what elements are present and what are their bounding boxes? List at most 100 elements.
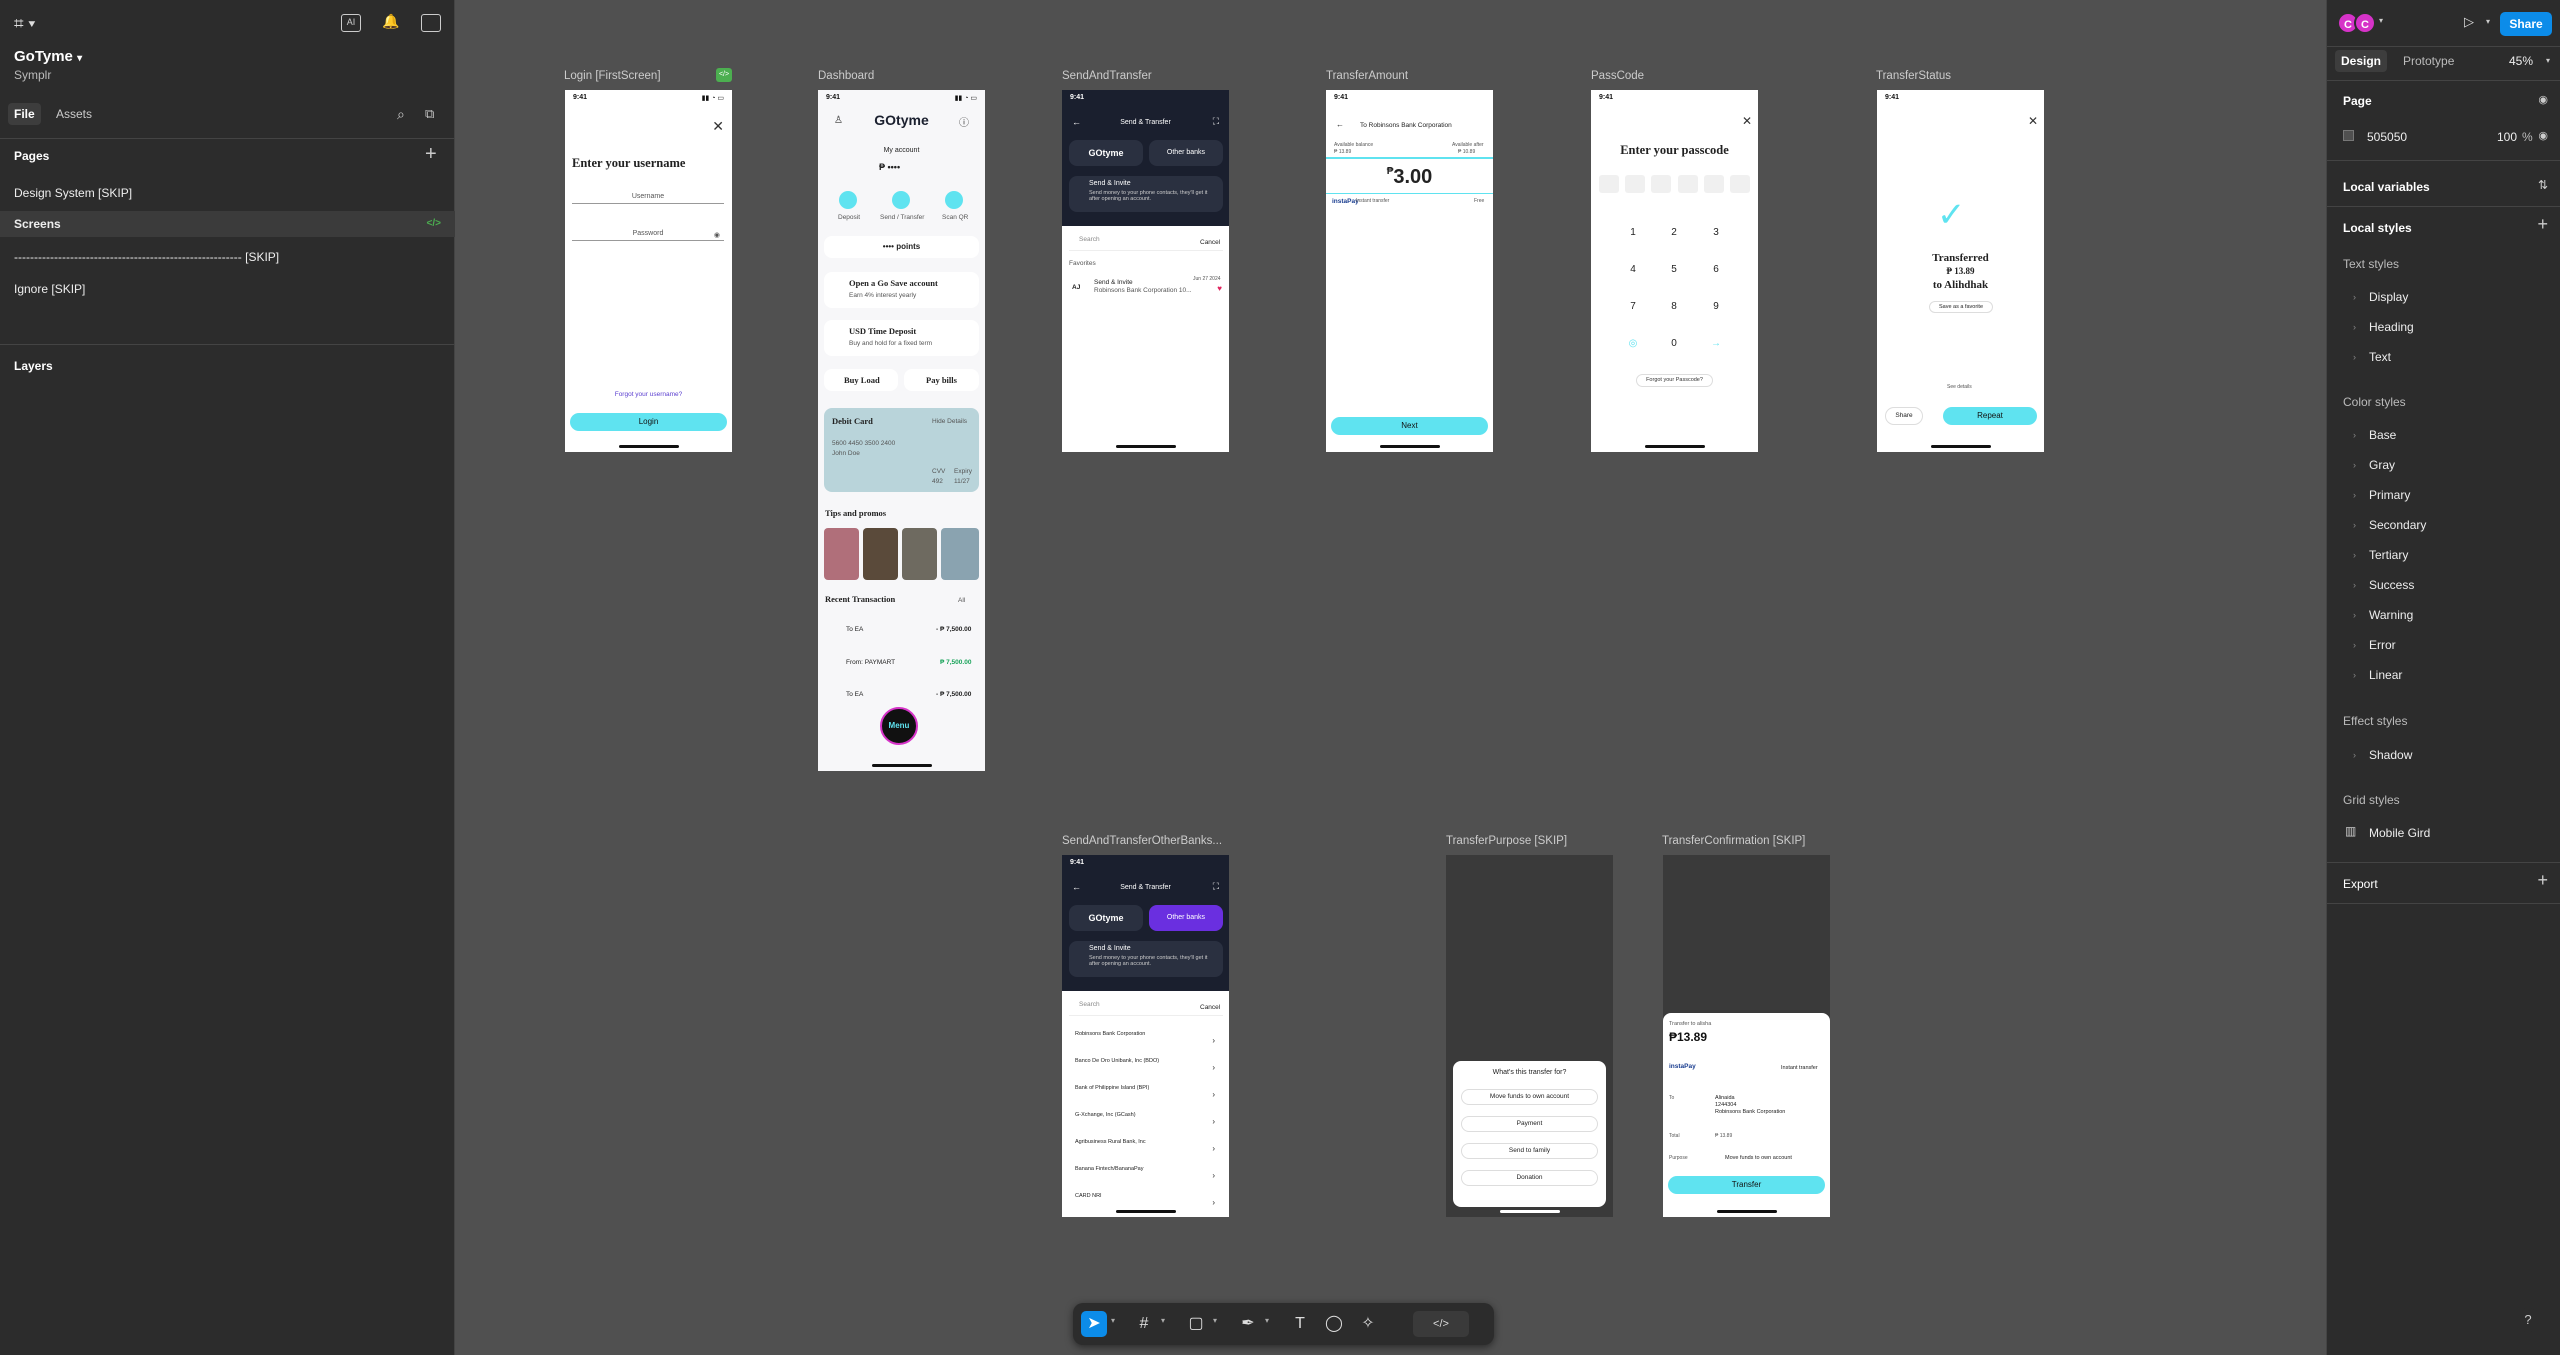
- bank-item[interactable]: G-Xchange, Inc (GCash): [1075, 1112, 1136, 1118]
- close-icon[interactable]: ✕: [1742, 114, 1752, 128]
- chevron-right-icon[interactable]: ›: [2353, 580, 2356, 590]
- go-save-card[interactable]: Open a Go Save account Earn 4% interest …: [824, 272, 979, 308]
- bank-item[interactable]: Agribusiness Rural Bank, Inc: [1075, 1139, 1146, 1145]
- promo-image[interactable]: [863, 528, 898, 580]
- close-icon[interactable]: ✕: [712, 118, 724, 135]
- key-1[interactable]: 1: [1623, 227, 1643, 238]
- library-icon[interactable]: ⧉: [425, 106, 434, 122]
- close-icon[interactable]: ✕: [2028, 114, 2038, 128]
- bell-icon[interactable]: 🔔: [381, 14, 401, 32]
- fav-name[interactable]: Send & Invite: [1094, 279, 1133, 286]
- repeat-button[interactable]: Repeat: [1943, 407, 2037, 425]
- save-favorite-button[interactable]: Save as a favorite: [1929, 301, 1993, 313]
- forgot-username-link[interactable]: Forgot your username?: [565, 391, 732, 398]
- frame-transfer-confirmation[interactable]: Transfer to alisha ₱13.89 instaPay Insta…: [1663, 855, 1830, 1217]
- all-link[interactable]: All: [958, 597, 965, 604]
- scan-qr-icon[interactable]: [945, 191, 963, 209]
- add-style-icon[interactable]: +: [2537, 214, 2548, 235]
- frame-label-dashboard[interactable]: Dashboard: [818, 70, 874, 82]
- frame-label-send-transfer[interactable]: SendAndTransfer: [1062, 70, 1152, 82]
- promo-image[interactable]: [902, 528, 937, 580]
- back-icon[interactable]: ←: [1336, 120, 1344, 129]
- export-heading[interactable]: Export: [2343, 877, 2378, 891]
- style-item-success[interactable]: Success: [2369, 578, 2414, 592]
- page-color-swatch[interactable]: [2343, 130, 2354, 141]
- purpose-option[interactable]: Send to family: [1461, 1143, 1598, 1159]
- search-icon[interactable]: ⌕: [397, 106, 405, 123]
- key-7[interactable]: 7: [1623, 301, 1643, 312]
- debit-card[interactable]: Debit Card Hide Details 5600 4450 3500 2…: [824, 408, 979, 492]
- bank-item[interactable]: Banana Fintech/BananaPay: [1075, 1166, 1144, 1172]
- sidebar-toggle-icon[interactable]: [421, 14, 441, 32]
- forgot-passcode-link[interactable]: Forgot your Passcode?: [1636, 374, 1713, 387]
- key-0[interactable]: 0: [1664, 338, 1684, 349]
- page-item-separator[interactable]: ----------------------------------------…: [0, 244, 455, 270]
- rectangle-tool-icon[interactable]: ▢: [1183, 1311, 1209, 1337]
- next-button[interactable]: Next: [1331, 417, 1488, 435]
- share-button[interactable]: Share: [1885, 407, 1923, 425]
- promo-image[interactable]: [824, 528, 859, 580]
- page-item-screens[interactable]: Screens </>: [0, 211, 455, 237]
- chevron-down-icon[interactable]: ▾: [2546, 56, 2550, 65]
- chevron-right-icon[interactable]: ›: [2353, 352, 2356, 362]
- send-invite-card[interactable]: Send & Invite Send money to your phone c…: [1069, 176, 1223, 212]
- send-transfer-icon[interactable]: [892, 191, 910, 209]
- purpose-option[interactable]: Payment: [1461, 1116, 1598, 1132]
- dev-mode-toggle-icon[interactable]: </>: [1413, 1311, 1469, 1337]
- chevron-right-icon[interactable]: ›: [2353, 460, 2356, 470]
- tab-other-banks[interactable]: Other banks: [1149, 905, 1223, 931]
- scan-icon[interactable]: ⛶: [1213, 881, 1219, 892]
- present-play-icon[interactable]: ▷: [2464, 14, 2474, 30]
- frame-transfer-amount[interactable]: 9:41 ← To Robinsons Bank Corporation Ava…: [1326, 90, 1493, 452]
- page-color-value[interactable]: 505050: [2367, 130, 2407, 144]
- login-button[interactable]: Login: [570, 413, 727, 431]
- variables-icon[interactable]: ⇅: [2538, 178, 2548, 192]
- chevron-right-icon[interactable]: ›: [2353, 750, 2356, 760]
- tab-gotyme[interactable]: GOtyme: [1069, 905, 1143, 931]
- chevron-right-icon[interactable]: ›: [2353, 520, 2356, 530]
- style-item-heading[interactable]: Heading: [2369, 320, 2414, 334]
- eye-icon[interactable]: ◉: [2538, 93, 2548, 106]
- key-5[interactable]: 5: [1664, 264, 1684, 275]
- promo-image[interactable]: [941, 528, 979, 580]
- eye-icon[interactable]: ◉: [2538, 129, 2548, 142]
- buy-load-button[interactable]: Buy Load: [824, 369, 898, 391]
- frame-label-transfer-amount[interactable]: TransferAmount: [1326, 70, 1408, 82]
- chevron-right-icon[interactable]: ›: [2353, 490, 2356, 500]
- style-item-secondary[interactable]: Secondary: [2369, 518, 2426, 532]
- chevron-right-icon[interactable]: ›: [2353, 292, 2356, 302]
- transfer-button[interactable]: Transfer: [1668, 1176, 1825, 1194]
- points-card[interactable]: •••• points: [824, 236, 979, 258]
- frame-login[interactable]: 9:41 ▮▮ ◔ ▭ ✕ Enter your username Userna…: [565, 90, 732, 452]
- chevron-right-icon[interactable]: ›: [2353, 550, 2356, 560]
- style-item-mobile-grid[interactable]: Mobile Gird: [2369, 826, 2430, 840]
- bank-item[interactable]: Bank of Philippine Island (BPI): [1075, 1085, 1149, 1091]
- chevron-down-icon[interactable]: ▾: [1213, 1316, 1217, 1325]
- style-item-display[interactable]: Display: [2369, 290, 2408, 304]
- style-item-warning[interactable]: Warning: [2369, 608, 2413, 622]
- chevron-down-icon[interactable]: ▾: [1265, 1316, 1269, 1325]
- tab-assets[interactable]: Assets: [50, 103, 98, 125]
- heart-icon[interactable]: ♥: [1217, 284, 1222, 293]
- design-canvas[interactable]: Login [FirstScreen] </> 9:41 ▮▮ ◔ ▭ ✕ En…: [456, 0, 2326, 1355]
- page-item-ignore[interactable]: Ignore [SKIP]: [0, 276, 455, 302]
- style-item-base[interactable]: Base: [2369, 428, 2396, 442]
- hide-details-link[interactable]: Hide Details: [932, 418, 967, 425]
- key-9[interactable]: 9: [1706, 301, 1726, 312]
- comment-tool-icon[interactable]: ◯: [1321, 1311, 1347, 1337]
- add-page-icon[interactable]: +: [425, 143, 437, 166]
- chevron-down-icon[interactable]: ▾: [2486, 17, 2490, 26]
- send-invite-card[interactable]: Send & Invite Send money to your phone c…: [1069, 941, 1223, 977]
- key-6[interactable]: 6: [1706, 264, 1726, 275]
- text-tool-icon[interactable]: T: [1287, 1311, 1313, 1337]
- style-item-linear[interactable]: Linear: [2369, 668, 2402, 682]
- frame-label-transfer-purpose[interactable]: TransferPurpose [SKIP]: [1446, 835, 1567, 847]
- chevron-right-icon[interactable]: ›: [2353, 610, 2356, 620]
- actions-tool-icon[interactable]: ✧: [1355, 1311, 1381, 1337]
- style-item-shadow[interactable]: Shadow: [2369, 748, 2412, 762]
- frame-label-login[interactable]: Login [FirstScreen]: [564, 70, 661, 82]
- tab-file[interactable]: File: [8, 103, 41, 125]
- bank-item[interactable]: Robinsons Bank Corporation: [1075, 1031, 1145, 1037]
- ai-icon[interactable]: AI: [341, 14, 361, 32]
- see-details-link[interactable]: See details: [1947, 384, 1972, 390]
